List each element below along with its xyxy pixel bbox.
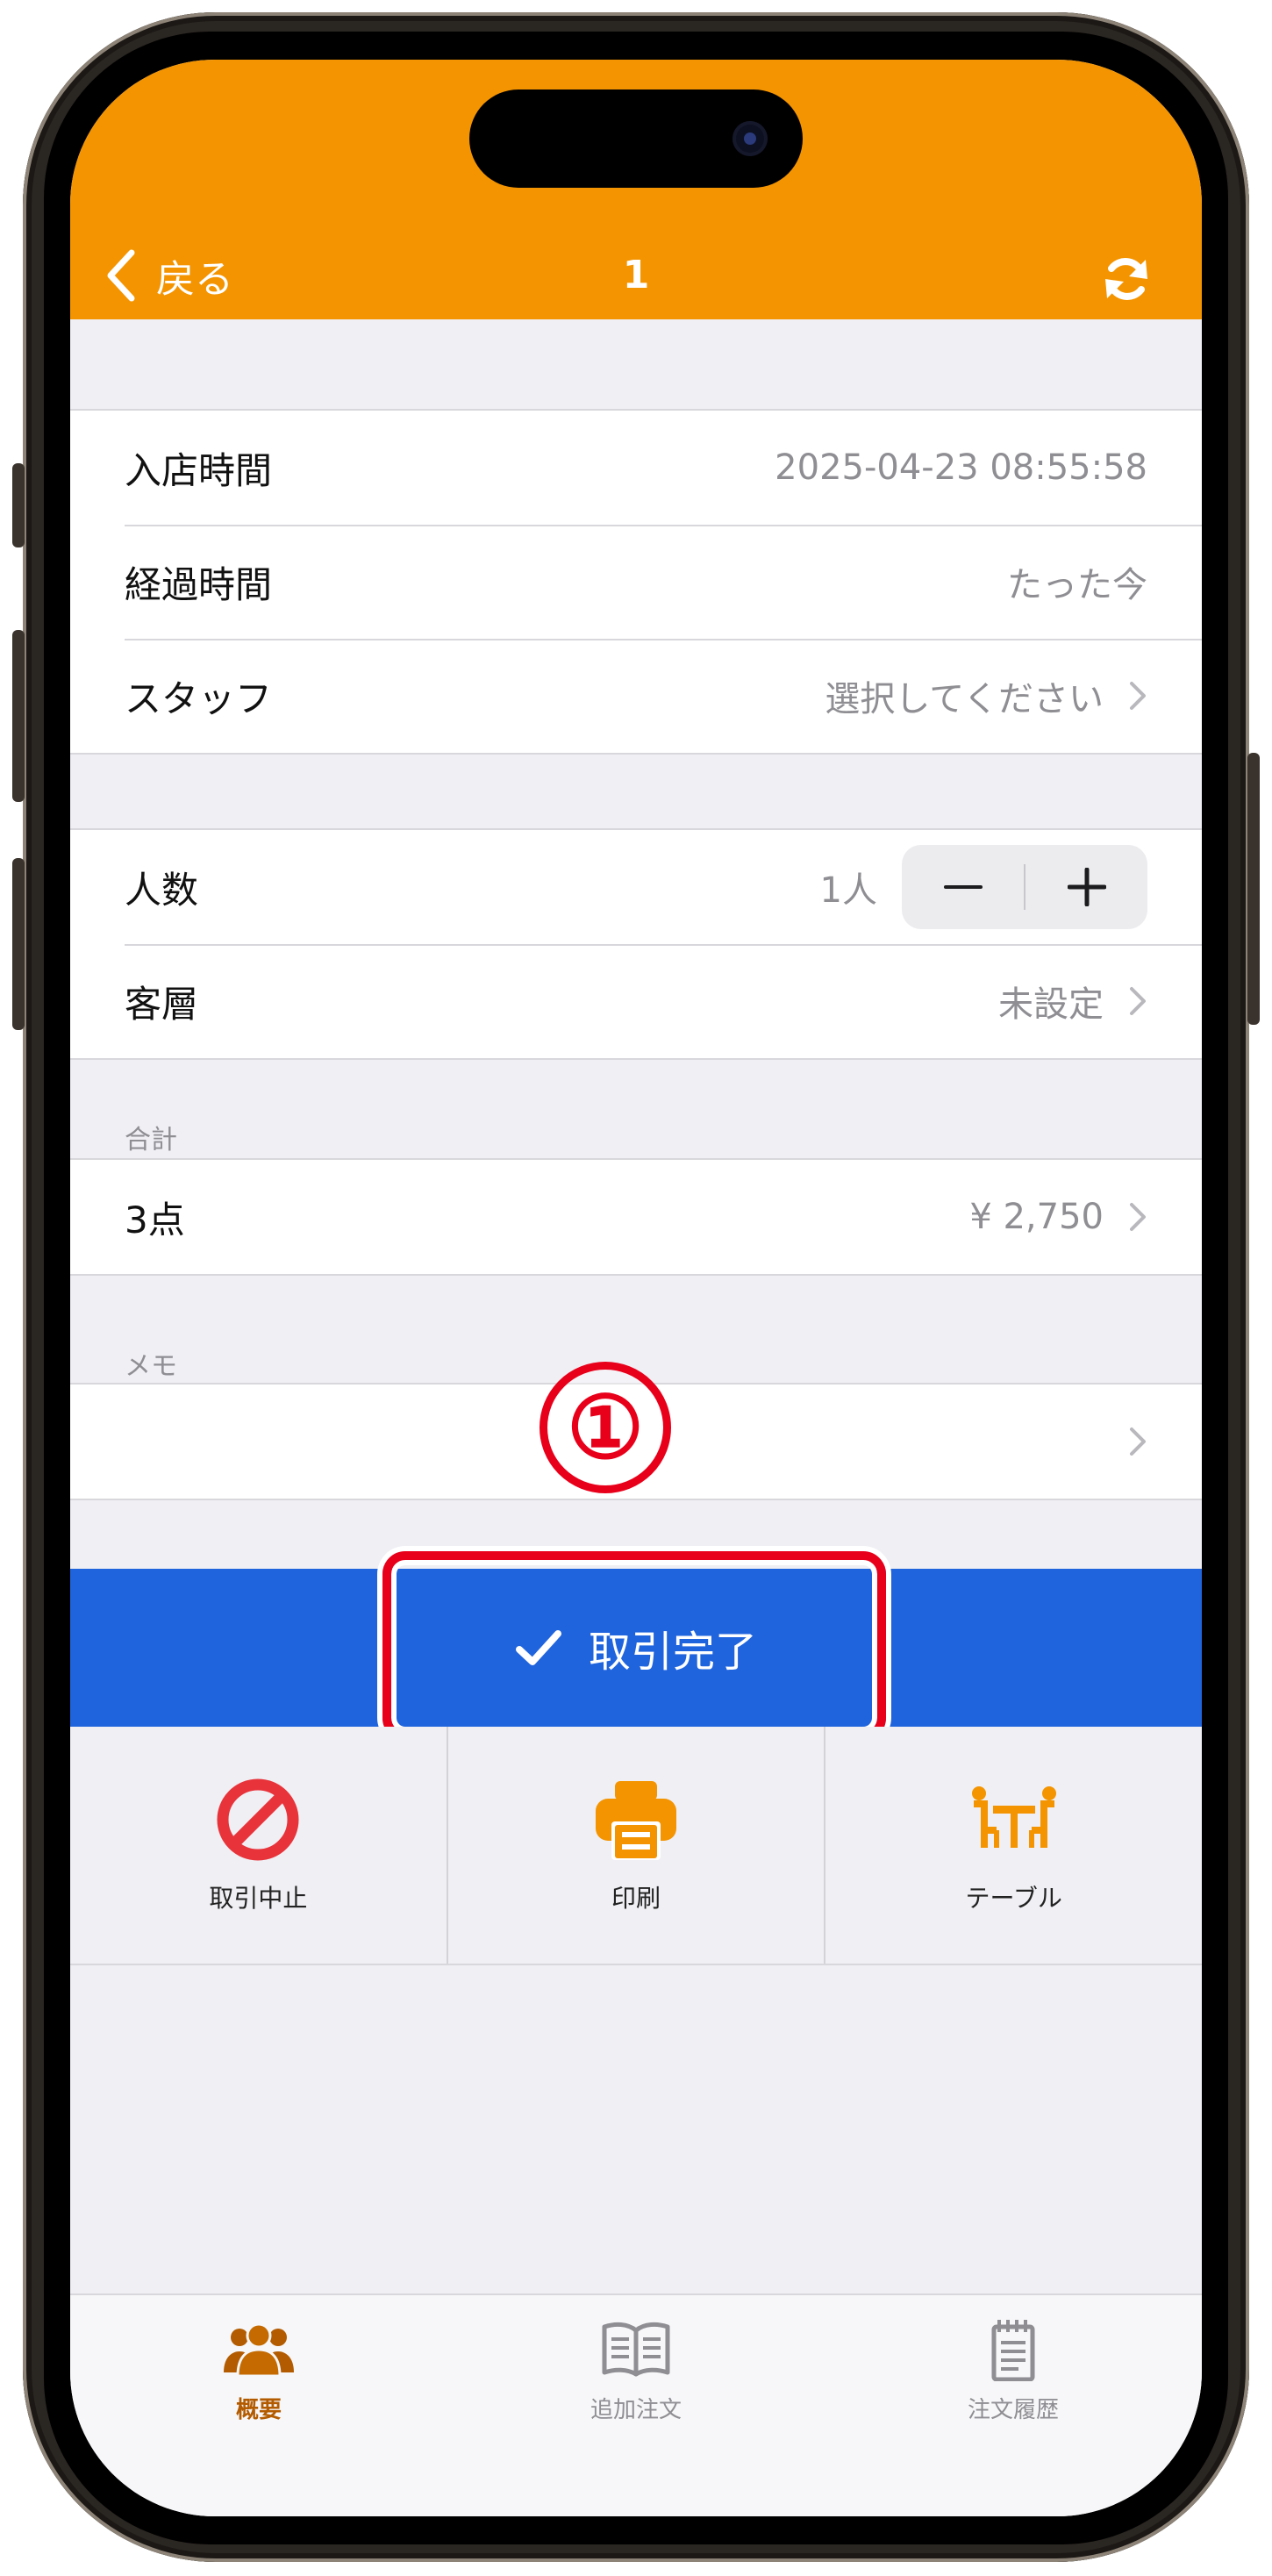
cancel-transaction-label: 取引中止 xyxy=(209,1884,308,1913)
prohibit-icon xyxy=(217,1778,299,1861)
increment-button[interactable] xyxy=(1025,845,1147,929)
table-icon xyxy=(971,1786,1056,1848)
chevron-right-icon xyxy=(1130,1428,1146,1456)
customer-segment-value: 未設定 xyxy=(998,984,1104,1025)
volume-down-button xyxy=(12,858,25,1030)
print-label: 印刷 xyxy=(611,1884,661,1913)
printer-icon xyxy=(596,1781,676,1860)
memo-section-header: メモ xyxy=(125,1351,177,1382)
dynamic-island xyxy=(469,89,803,188)
table-label: テーブル xyxy=(965,1884,1062,1913)
total-items: 3点 xyxy=(125,1198,185,1241)
annotation-highlight-box xyxy=(382,1551,886,1741)
annotation-number: ① xyxy=(540,1362,671,1493)
table-button[interactable]: テーブル xyxy=(824,1727,1202,1964)
guests-group: 人数 1人 客層 未設定 xyxy=(70,828,1202,1060)
silent-switch xyxy=(12,463,25,547)
decrement-button[interactable] xyxy=(902,845,1024,929)
tab-order-history-label: 注文履歴 xyxy=(967,2397,1059,2423)
refresh-icon[interactable] xyxy=(1100,253,1153,305)
total-section-header: 合計 xyxy=(125,1125,177,1156)
tab-overview[interactable]: 概要 xyxy=(70,2295,447,2516)
chevron-right-icon xyxy=(1130,987,1146,1015)
tab-overview-label: 概要 xyxy=(235,2397,282,2423)
info-group: 入店時間 2025-04-23 08:55:58 経過時間 たった今 スタッフ … xyxy=(70,409,1202,755)
customer-segment-label: 客層 xyxy=(125,982,199,1026)
elapsed-time-value: たった今 xyxy=(1007,565,1147,605)
staff-row[interactable]: スタッフ 選択してください xyxy=(70,639,1202,753)
customer-segment-row[interactable]: 客層 未設定 xyxy=(70,944,1202,1058)
minus-icon xyxy=(943,885,983,889)
guest-count-label: 人数 xyxy=(125,868,199,912)
chevron-right-icon xyxy=(1130,1203,1146,1231)
tab-order-history[interactable]: 注文履歴 xyxy=(825,2295,1202,2516)
elapsed-time-row: 経過時間 たった今 xyxy=(70,525,1202,639)
entry-time-value: 2025-04-23 08:55:58 xyxy=(775,447,1147,488)
power-button xyxy=(1247,753,1260,1025)
page-title: 1 xyxy=(622,253,650,297)
chevron-right-icon xyxy=(1130,682,1146,710)
staff-value: 選択してください xyxy=(825,679,1104,719)
screen: 戻る 1 入店時間 2025-04-23 08:55:58 経過時間 たった今 … xyxy=(70,60,1202,2516)
action-bar: 取引中止 印刷 テーブル xyxy=(70,1727,1202,1965)
menu-book-icon xyxy=(602,2322,670,2377)
guest-count-row: 人数 1人 xyxy=(70,830,1202,944)
elapsed-time-label: 経過時間 xyxy=(125,562,273,606)
total-group: 3点 ¥ 2,750 xyxy=(70,1158,1202,1276)
tab-add-order[interactable]: 追加注文 xyxy=(447,2295,825,2516)
camera-icon xyxy=(732,121,768,156)
plus-icon xyxy=(1067,868,1106,906)
total-amount: ¥ 2,750 xyxy=(969,1197,1104,1237)
tab-bar: 概要 追加注文 注文履歴 xyxy=(70,2293,1202,2516)
entry-time-label: 入店時間 xyxy=(125,448,273,492)
staff-label: スタッフ xyxy=(125,676,273,720)
entry-time-row: 入店時間 2025-04-23 08:55:58 xyxy=(70,411,1202,525)
people-icon xyxy=(224,2322,294,2378)
total-row[interactable]: 3点 ¥ 2,750 xyxy=(70,1160,1202,1274)
print-button[interactable]: 印刷 xyxy=(446,1727,825,1964)
guest-count-value: 1人 xyxy=(819,870,877,911)
tab-add-order-label: 追加注文 xyxy=(590,2397,682,2423)
notepad-icon xyxy=(991,2320,1035,2381)
volume-up-button xyxy=(12,630,25,802)
guest-count-stepper xyxy=(902,845,1147,929)
cancel-transaction-button[interactable]: 取引中止 xyxy=(70,1727,447,1964)
